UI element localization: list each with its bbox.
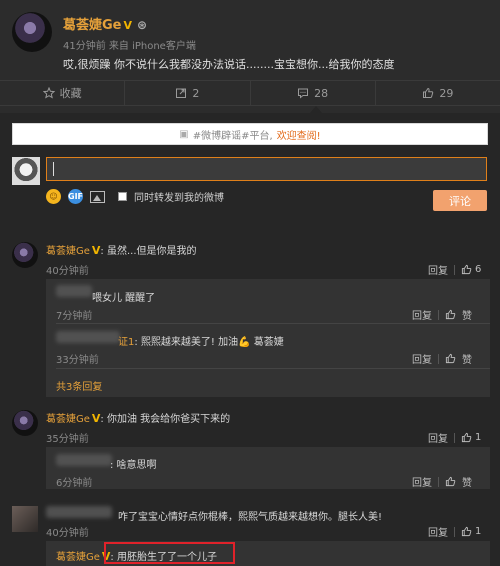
redacted-name (56, 331, 120, 343)
reply-button[interactable]: 回复 (412, 474, 432, 489)
reply-button[interactable]: 回复 (428, 262, 448, 277)
comment-ops: 回复 1 (428, 430, 481, 445)
like-button[interactable]: 29 (376, 81, 500, 105)
notice-text: #微博辟谣#平台, (192, 130, 273, 142)
gif-icon[interactable]: GIF (68, 189, 83, 204)
repost-count: 2 (192, 86, 200, 100)
thumb-up-icon (461, 526, 472, 537)
reply-ops: 回复 赞 (412, 351, 472, 366)
like-comment-button[interactable]: 1 (461, 432, 481, 443)
submit-comment-button[interactable]: 评论 (433, 190, 487, 211)
reply-ops: 回复 赞 (412, 307, 472, 322)
reply-button[interactable]: 回复 (412, 351, 432, 366)
post-content: 哎,很烦躁 你不说什么我都没办法说话........宝宝想你...给我你的态度 (63, 58, 395, 71)
thumb-up-icon[interactable] (445, 476, 456, 487)
member-icon: ⊛ (137, 18, 148, 32)
comment-item: 葛荟婕Ge V: 你加油 我会给你爸买下来的 (46, 410, 230, 425)
info-icon: ▣ (179, 128, 189, 140)
verified-icon: V (123, 19, 133, 32)
post-action-bar: 收藏 2 28 29 (0, 80, 500, 106)
post-author[interactable]: 葛荟婕Ge V ⊛ (63, 14, 147, 33)
comment-icon (298, 88, 309, 99)
reply-time: 33分钟前 (56, 355, 99, 366)
like-comment-button[interactable]: 1 (461, 526, 481, 537)
comment-text: : 你加油 我会给你爸买下来的 (100, 414, 231, 425)
comment-button[interactable]: 28 (251, 81, 376, 105)
comment-avatar[interactable] (12, 506, 38, 532)
comment-input[interactable] (46, 157, 487, 181)
highlight-box (104, 542, 235, 564)
reply-author[interactable]: 证1 (118, 337, 134, 348)
composer-tools: ☺ GIF 同时转发到我的微博 (46, 189, 224, 204)
thumb-up-icon (461, 432, 472, 443)
comment-pointer (310, 106, 322, 113)
comment-avatar[interactable] (12, 242, 38, 268)
comment-time: 40分钟前 (46, 528, 89, 539)
reply-author[interactable]: 葛荟婕Ge (56, 552, 100, 563)
notice-link[interactable]: 欢迎查阅! (277, 127, 321, 142)
reply-button[interactable]: 回复 (428, 430, 448, 445)
comment-like-count: 1 (475, 432, 482, 443)
comment-text: : 虽然...但是你是我的 (100, 246, 197, 257)
comment-time: 40分钟前 (46, 266, 89, 277)
comment-like-count: 6 (475, 264, 482, 275)
reply-time: 7分钟前 (56, 311, 93, 322)
reply-button[interactable]: 回复 (428, 524, 448, 539)
comment-avatar[interactable] (12, 410, 38, 436)
reply-item: : 啥意思啊 (110, 456, 157, 471)
comment-item: 咋了宝宝心情好点你棍棒，熙熙气质越来越想你。腿长人美! (118, 508, 382, 523)
reply-item: 证1: 熙熙越来越美了! 加油💪 葛荟婕 (118, 333, 284, 348)
comment-author[interactable]: 葛荟婕Ge (46, 414, 90, 425)
comment-count: 28 (314, 86, 329, 100)
redacted-name (56, 454, 112, 466)
reply-item: 喂女儿 醒醒了 (92, 289, 155, 304)
reply-text: : 啥意思啊 (110, 460, 157, 471)
redacted-name (46, 506, 112, 518)
text-caret (53, 162, 54, 176)
like-reply-label[interactable]: 赞 (462, 474, 472, 489)
comment-ops: 回复 1 (428, 524, 481, 539)
post-time-source: 41分钟前 来自 iPhone客户端 (63, 41, 196, 52)
comment-like-count: 1 (475, 526, 482, 537)
favorite-button[interactable]: 收藏 (0, 81, 126, 105)
star-icon (42, 87, 55, 99)
thumb-up-icon (461, 264, 472, 275)
repost-button[interactable]: 2 (125, 81, 251, 105)
reply-text: : 熙熙越来越美了! 加油💪 葛荟婕 (134, 337, 284, 348)
image-icon[interactable] (90, 190, 105, 203)
reply-time: 6分钟前 (56, 478, 93, 489)
emoji-icon[interactable]: ☺ (46, 189, 61, 204)
like-count: 29 (439, 86, 454, 100)
like-reply-label[interactable]: 赞 (462, 351, 472, 366)
comment-time: 35分钟前 (46, 434, 89, 445)
repost-icon (176, 88, 187, 98)
also-repost-checkbox[interactable] (118, 192, 127, 201)
comment-text: 咋了宝宝心情好点你棍棒，熙熙气质越来越想你。腿长人美! (118, 512, 383, 523)
reply-button[interactable]: 回复 (412, 307, 432, 322)
reply-text: 喂女儿 醒醒了 (92, 293, 156, 304)
reply-divider (56, 368, 490, 369)
like-reply-label[interactable]: 赞 (462, 307, 472, 322)
comment-author[interactable]: 葛荟婕Ge (46, 246, 90, 257)
more-replies-link[interactable]: 共3条回复 (56, 378, 102, 393)
favorite-label: 收藏 (59, 87, 82, 100)
thumb-up-icon[interactable] (445, 309, 456, 320)
post-author-name[interactable]: 葛荟婕Ge (63, 18, 122, 33)
thumb-up-icon (423, 87, 434, 98)
author-avatar[interactable] (12, 12, 52, 52)
current-user-avatar[interactable] (12, 157, 40, 185)
thumb-up-icon[interactable] (445, 353, 456, 364)
reply-ops: 回复 赞 (412, 474, 472, 489)
redacted-avatar (56, 285, 92, 297)
comment-ops: 回复 6 (428, 262, 481, 277)
like-comment-button[interactable]: 6 (461, 264, 481, 275)
also-repost-label: 同时转发到我的微博 (134, 193, 224, 204)
rumor-notice: ▣ #微博辟谣#平台, 欢迎查阅! (12, 123, 488, 145)
comment-item: 葛荟婕Ge V: 虽然...但是你是我的 (46, 242, 197, 257)
reply-divider (56, 323, 490, 324)
